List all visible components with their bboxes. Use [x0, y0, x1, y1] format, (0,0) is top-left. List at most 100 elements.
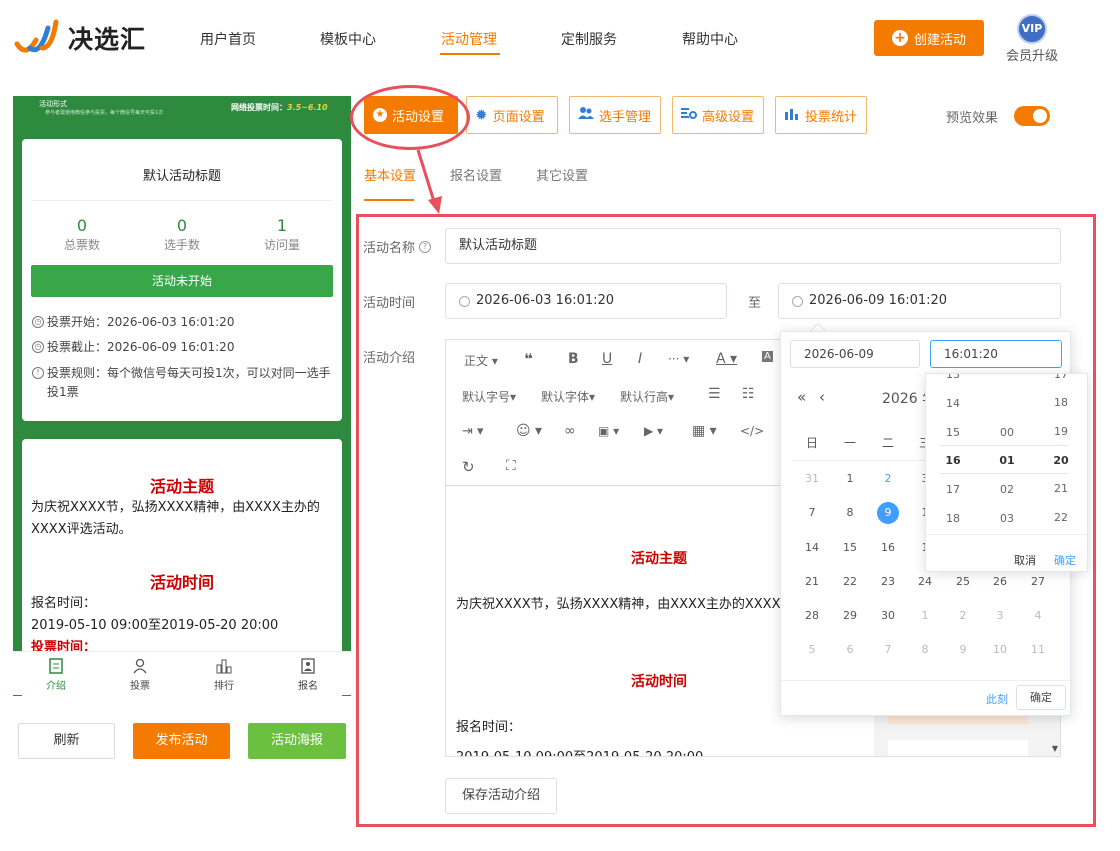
calendar-day[interactable]: 7 [793, 506, 831, 519]
calendar-day[interactable]: 23 [869, 575, 907, 588]
fullscreen-icon[interactable]: ⛶ [506, 458, 516, 474]
datepicker-date-input[interactable]: 2026-06-09 [790, 340, 920, 368]
calendar-day[interactable]: 16 [869, 541, 907, 554]
calendar-day[interactable]: 1 [906, 609, 944, 622]
tab-vote-statistics[interactable]: 投票统计 [775, 96, 867, 134]
more-icon[interactable]: ··· ▾ [668, 352, 689, 366]
calendar-day[interactable]: 8 [831, 506, 869, 519]
italic-icon[interactable]: I [638, 351, 642, 367]
datepicker-time-input[interactable]: 16:01:20 [930, 340, 1062, 368]
tabbar-intro[interactable]: 介绍 [26, 657, 86, 692]
font-family-select[interactable]: 默认字体▾ [541, 388, 595, 405]
calendar-day[interactable]: 9 [944, 643, 982, 656]
bullet-list-icon[interactable]: ☰ [708, 386, 721, 402]
indent-icon[interactable]: ⇥ ▾ [462, 424, 484, 439]
tabbar-vote[interactable]: 投票 [110, 657, 170, 692]
hour-option[interactable]: 18 [926, 512, 980, 525]
minute-option[interactable]: 02 [980, 483, 1034, 496]
now-button[interactable]: 此刻 [986, 691, 1008, 707]
calendar-day[interactable]: 14 [793, 541, 831, 554]
time-confirm-button[interactable]: 确定 [1054, 552, 1076, 568]
nav-home[interactable]: 用户首页 [200, 29, 256, 49]
create-activity-button[interactable]: + 创建活动 [874, 20, 984, 56]
second-option-selected[interactable]: 20 [1034, 454, 1087, 467]
logo[interactable]: 决选汇 [14, 18, 146, 58]
quote-icon[interactable]: ❝ [524, 350, 533, 368]
end-time-input[interactable]: 2026-06-09 16:01:20 [778, 283, 1061, 319]
calendar-day-today[interactable]: 2 [869, 472, 907, 485]
calendar-day[interactable]: 30 [869, 609, 907, 622]
time-cancel-button[interactable]: 取消 [1014, 552, 1036, 568]
hour-option[interactable]: 17 [926, 483, 980, 496]
template-thumbnail[interactable] [888, 740, 1028, 756]
calendar-day[interactable]: 11 [1019, 643, 1057, 656]
calendar-day[interactable]: 2 [944, 609, 982, 622]
calendar-day[interactable]: 10 [981, 643, 1019, 656]
calendar-day[interactable]: 26 [981, 575, 1019, 588]
second-option[interactable]: 17 [1034, 374, 1087, 381]
datepicker-confirm-button[interactable]: 确定 [1016, 685, 1066, 710]
tab-advanced-settings[interactable]: 高级设置 [672, 96, 764, 134]
tabbar-signup[interactable]: 报名 [278, 657, 338, 692]
second-option[interactable]: 19 [1034, 425, 1087, 438]
video-icon[interactable]: ▶ ▾ [644, 424, 663, 438]
hour-option-selected[interactable]: 16 [926, 454, 980, 467]
refresh-button[interactable]: 刷新 [18, 723, 115, 759]
nav-custom-service[interactable]: 定制服务 [561, 29, 617, 49]
tab-page-settings[interactable]: ✹ 页面设置 [466, 96, 558, 134]
help-icon[interactable]: ? [419, 240, 432, 253]
nav-help[interactable]: 帮助中心 [682, 29, 738, 49]
publish-activity-button[interactable]: 发布活动 [133, 723, 230, 759]
calendar-day[interactable]: 25 [944, 575, 982, 588]
scroll-down-icon[interactable]: ▼ [1052, 744, 1058, 753]
second-option[interactable]: 22 [1034, 511, 1087, 524]
minute-option-selected[interactable]: 01 [980, 454, 1034, 467]
redo-icon[interactable]: ↻ [462, 458, 475, 476]
calendar-day[interactable]: 28 [793, 609, 831, 622]
bold-icon[interactable]: B [568, 351, 579, 367]
numbered-list-icon[interactable]: ☷ [742, 386, 755, 402]
line-height-select[interactable]: 默认行高▾ [620, 388, 674, 405]
calendar-day[interactable]: 8 [906, 643, 944, 656]
tab-contestant-management[interactable]: 选手管理 [569, 96, 661, 134]
vip-upgrade[interactable]: VIP 会员升级 [1004, 14, 1060, 64]
paragraph-select[interactable]: 正文 ▾ [464, 352, 498, 369]
nav-activity-management[interactable]: 活动管理 [441, 29, 497, 49]
calendar-day[interactable]: 31 [793, 472, 831, 485]
underline-icon[interactable]: U [602, 351, 612, 367]
calendar-day[interactable]: 3 [981, 609, 1019, 622]
subtab-other-settings[interactable]: 其它设置 [536, 165, 588, 184]
second-option[interactable]: 21 [1034, 482, 1087, 495]
emoji-icon[interactable]: ☺ ▾ [516, 423, 542, 439]
activity-not-started-button[interactable]: 活动未开始 [31, 265, 333, 297]
link-icon[interactable]: ∞ [564, 423, 576, 439]
calendar-day[interactable]: 4 [1019, 609, 1057, 622]
prev-year-icon[interactable]: « [797, 388, 806, 406]
hour-option[interactable]: 14 [926, 397, 980, 410]
second-option[interactable]: 18 [1034, 396, 1087, 409]
calendar-day[interactable]: 5 [793, 643, 831, 656]
hour-option[interactable]: 15 [926, 426, 980, 439]
nav-templates[interactable]: 模板中心 [320, 29, 376, 49]
tabbar-ranking[interactable]: 排行 [194, 657, 254, 692]
calendar-day[interactable]: 24 [906, 575, 944, 588]
calendar-day[interactable]: 1 [831, 472, 869, 485]
subtab-signup-settings[interactable]: 报名设置 [450, 165, 502, 184]
calendar-day[interactable]: 27 [1019, 575, 1057, 588]
calendar-day[interactable]: 7 [869, 643, 907, 656]
calendar-day[interactable]: 21 [793, 575, 831, 588]
calendar-day[interactable]: 6 [831, 643, 869, 656]
start-time-input[interactable]: 2026-06-03 16:01:20 [445, 283, 727, 319]
table-icon[interactable]: ▦ ▾ [692, 423, 717, 439]
font-color-icon[interactable]: A ▾ [716, 351, 737, 367]
save-intro-button[interactable]: 保存活动介绍 [445, 778, 557, 814]
subtab-basic-settings[interactable]: 基本设置 [364, 165, 416, 184]
hour-option[interactable]: 13 [926, 374, 980, 381]
minute-option[interactable]: 03 [980, 512, 1034, 525]
prev-month-icon[interactable]: ‹ [819, 388, 825, 406]
calendar-day-selected[interactable]: 9 [869, 502, 907, 524]
code-icon[interactable]: </> [740, 424, 764, 438]
calendar-day[interactable]: 15 [831, 541, 869, 554]
calendar-day[interactable]: 29 [831, 609, 869, 622]
background-color-icon[interactable]: A [762, 351, 773, 362]
